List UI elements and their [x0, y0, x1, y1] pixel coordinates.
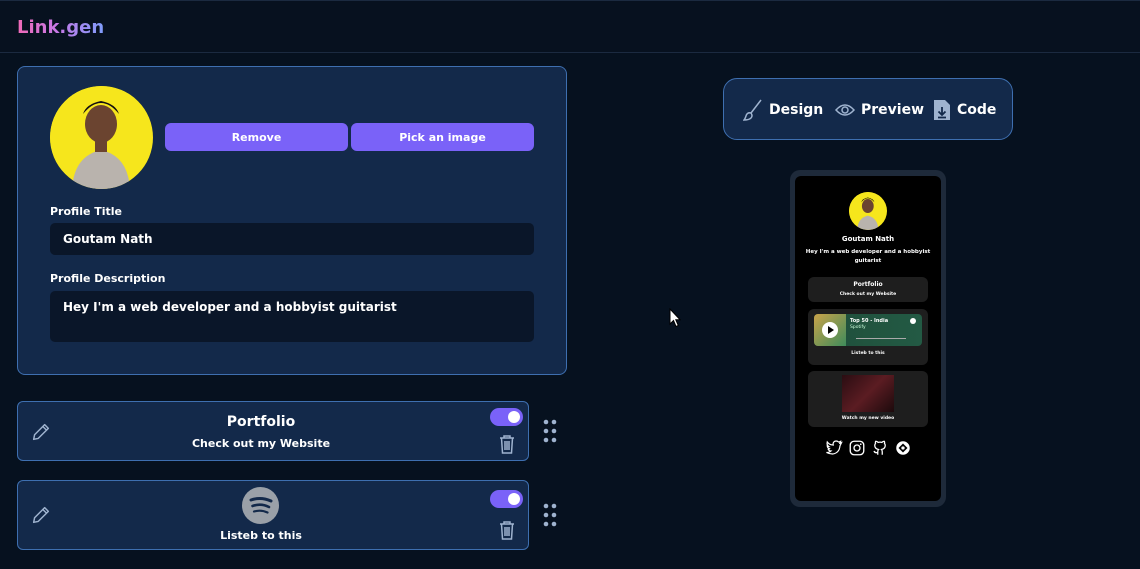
preview-description: Hey I'm a web developer and a hobbyist g… [805, 249, 931, 264]
video-thumbnail[interactable] [842, 375, 894, 412]
spotify-icon [242, 487, 279, 524]
link-title: Portfolio [226, 414, 296, 430]
top-bar: Link.gen [0, 0, 1140, 53]
play-icon[interactable] [822, 322, 838, 338]
link-enabled-toggle[interactable] [490, 408, 523, 426]
eye-icon [835, 104, 855, 116]
avatar-photo [50, 86, 152, 189]
preview-name: Goutam Nath [841, 235, 895, 243]
remove-image-button[interactable]: Remove [165, 123, 348, 151]
preview-link-subtitle: Check out my Website [839, 292, 897, 297]
edit-pencil-icon[interactable] [30, 504, 52, 526]
drag-handle-icon[interactable] [542, 503, 558, 527]
tab-design[interactable]: Design [743, 98, 823, 122]
drag-handle-icon[interactable] [542, 419, 558, 443]
link-card-portfolio[interactable]: Portfolio Check out my Website [17, 401, 529, 461]
preview-link-title: Portfolio [853, 281, 883, 288]
delete-trash-icon[interactable] [498, 434, 516, 454]
link-subtitle: Check out my Website [191, 437, 331, 450]
phone-preview: Goutam Nath Hey I'm a web developer and … [790, 170, 946, 507]
avatar-photo [849, 192, 887, 230]
tab-preview-label: Preview [861, 102, 925, 118]
pick-image-button[interactable]: Pick an image [351, 123, 534, 151]
view-mode-switcher: Design Preview Code [723, 78, 1013, 140]
profile-description-input[interactable]: Hey I'm a web developer and a hobbyist g… [50, 291, 534, 342]
preview-video-card[interactable]: Watch my new video [808, 371, 928, 427]
link-enabled-toggle[interactable] [490, 490, 523, 508]
preview-link-subtitle: Watch my new video [841, 416, 895, 421]
social-icons [795, 439, 941, 459]
profile-title-label: Profile Title [50, 205, 123, 218]
twitter-icon[interactable] [825, 439, 843, 457]
profile-card: Remove Pick an image Profile Title Gouta… [17, 66, 567, 375]
profile-title-input[interactable]: Goutam Nath [50, 223, 534, 255]
embed-title: Top 50 - India [850, 318, 889, 324]
spotify-embed[interactable]: Top 50 - India Spotify [814, 314, 922, 346]
phone-screen: Goutam Nath Hey I'm a web developer and … [795, 176, 941, 501]
tab-design-label: Design [769, 102, 824, 118]
preview-link-subtitle: Listeb to this [851, 351, 885, 356]
github-icon[interactable] [871, 439, 889, 457]
delete-trash-icon[interactable] [498, 520, 516, 540]
progress-bar[interactable] [856, 338, 906, 339]
profile-avatar [50, 86, 153, 189]
preview-link-portfolio[interactable]: Portfolio Check out my Website [808, 277, 928, 302]
tab-code[interactable]: Code [933, 98, 996, 122]
tab-code-label: Code [957, 102, 997, 118]
preview-avatar [849, 192, 887, 230]
link-subtitle: Listeb to this [220, 529, 302, 542]
brush-icon [743, 99, 762, 121]
tab-preview[interactable]: Preview [835, 98, 924, 122]
instagram-icon[interactable] [848, 439, 866, 457]
profile-description-label: Profile Description [50, 272, 166, 285]
other-icon[interactable] [894, 439, 912, 457]
file-download-icon [934, 100, 950, 120]
embed-artist: Spotify [850, 325, 866, 330]
brand-logo[interactable]: Link.gen [17, 17, 104, 38]
mouse-cursor-icon [669, 308, 681, 328]
preview-spotify-card[interactable]: Top 50 - India Spotify Listeb to this [808, 309, 928, 365]
link-card-spotify[interactable]: Listeb to this [17, 480, 529, 550]
spotify-logo-icon [910, 318, 916, 324]
